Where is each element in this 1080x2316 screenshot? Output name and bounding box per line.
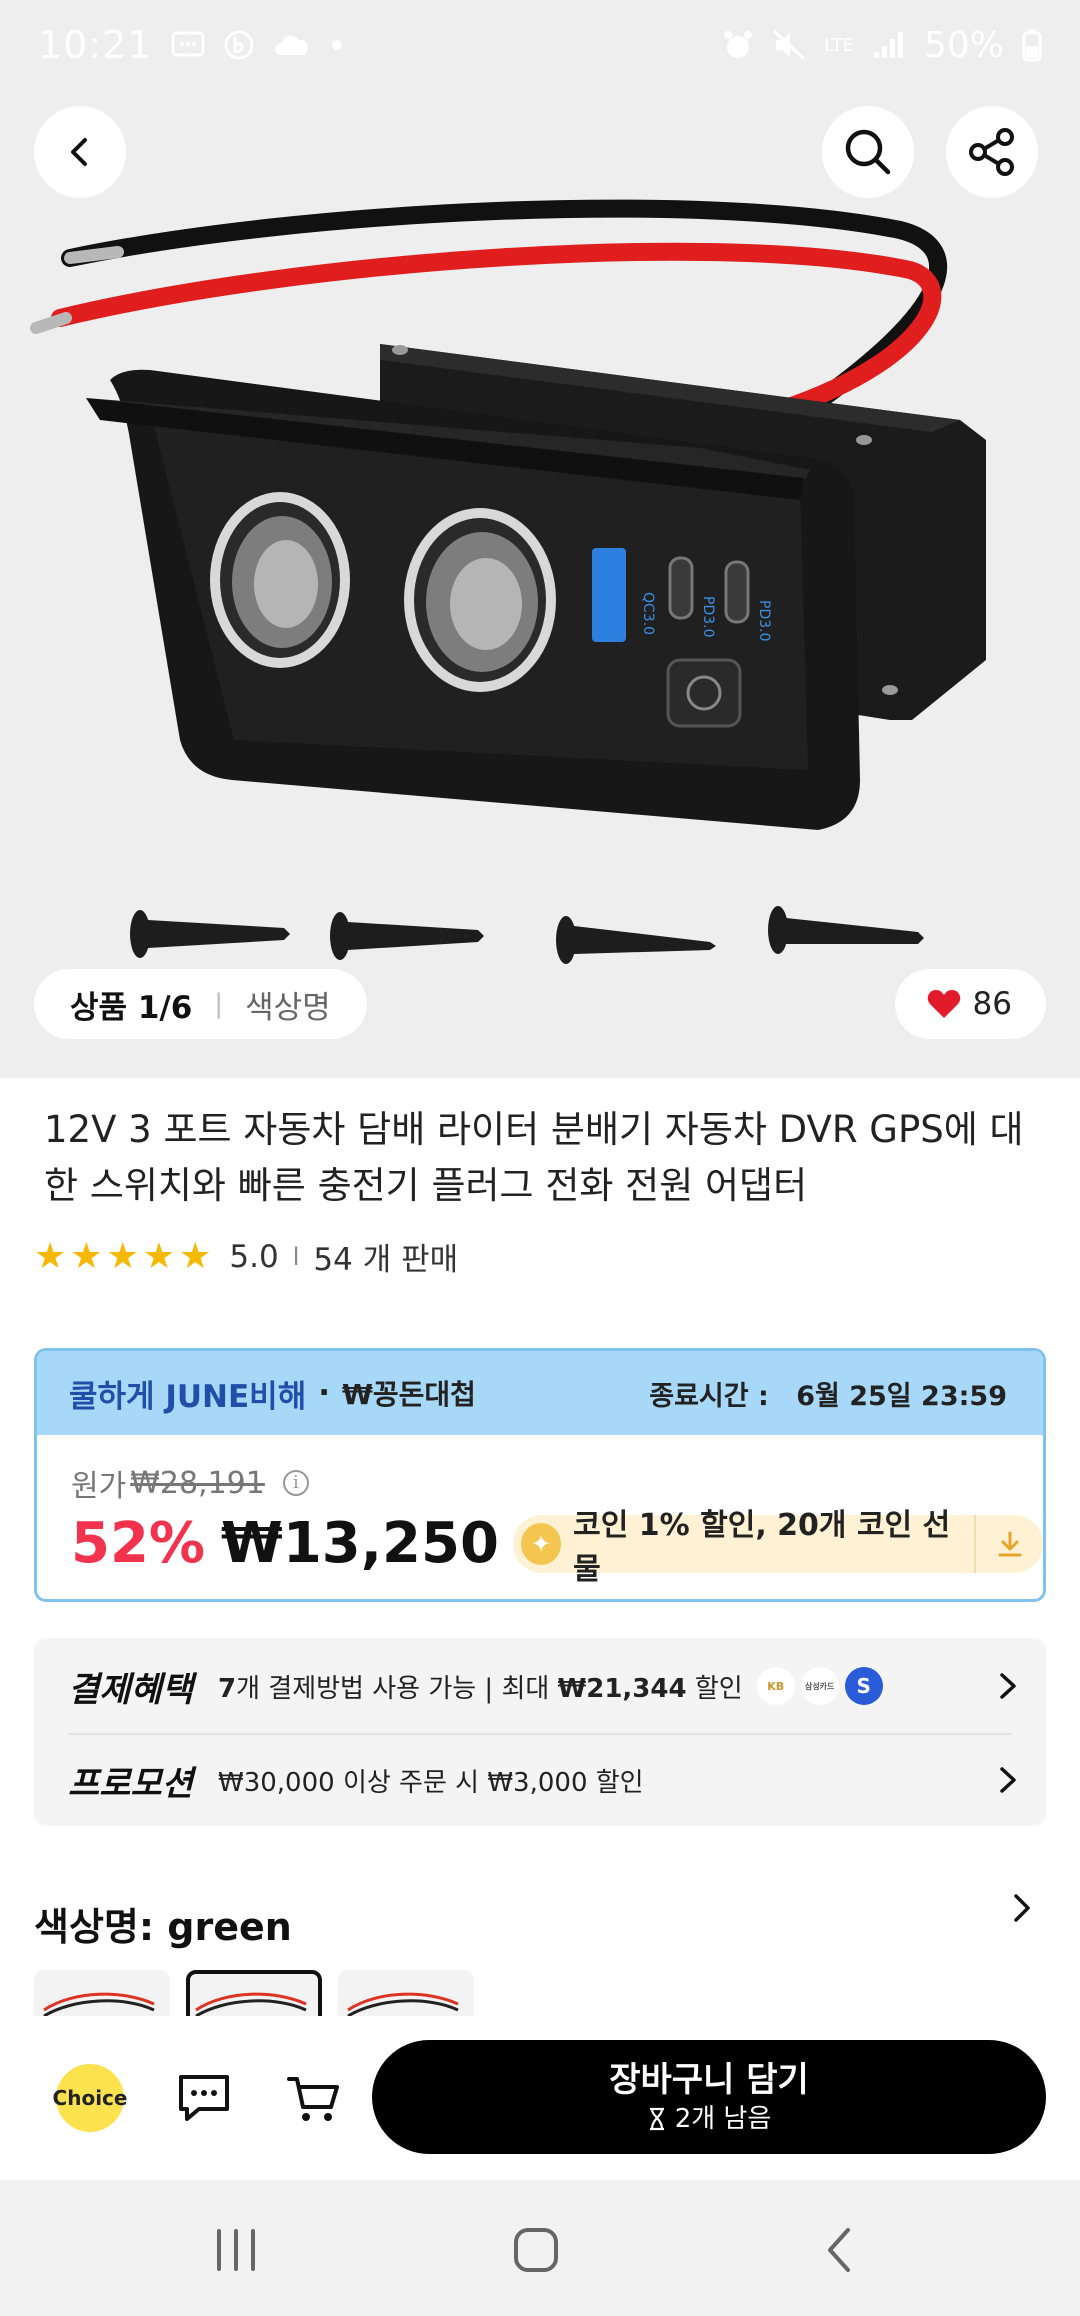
home-icon [514,2228,558,2272]
coin-offer-text: 코인 1% 할인, 20개 코인 선물 [573,1507,951,1587]
rating-value: 5.0 [229,1238,279,1275]
battery-percent: 50% [923,24,1004,66]
image-counter-sub: 색상명 [245,989,331,1026]
cart-button[interactable] [280,2064,348,2132]
message-icon [171,31,205,57]
original-price: ₩28,191 [130,1465,265,1501]
benefit-divider [68,1733,1012,1735]
bottom-action-bar: Choice 장바구니 담기 2개 남음 [0,2016,1080,2180]
hourglass-icon [649,2107,664,2131]
add-to-cart-label: 장바구니 담기 [609,2060,809,2100]
color-swatch-selected[interactable] [186,1970,322,2020]
search-icon [845,129,891,175]
samsung-card-logo: 삼성카드 [800,1667,839,1705]
original-price-row: 원가 ₩28,191 i [71,1461,309,1505]
chat-icon [179,2075,229,2121]
home-button[interactable] [496,2210,576,2290]
chat-button[interactable] [170,2064,238,2132]
promotion-text: ₩30,000 이상 주문 시 ₩3,000 할인 [218,1767,644,1798]
chevron-right-icon[interactable] [1010,1892,1034,1924]
stock-remaining-text: 2개 남음 [674,2104,772,2134]
info-icon[interactable]: i [282,1470,309,1496]
star-icon: ★ [34,1235,67,1277]
share-icon [969,128,1014,176]
choice-button[interactable]: Choice [53,2064,127,2132]
image-counter: 상품 1/6 | 색상명 [34,969,367,1039]
chevron-right-icon [1000,1767,1016,1793]
sale-end-label: 종료시간 : [649,1380,769,1412]
back-arrow-icon [828,2228,850,2272]
sale-end-time: 6월 25일 23:59 [796,1380,1007,1412]
coin-icon: ✦ [520,1522,562,1565]
benefit-box: 결제혜택 7개 결제방법 사용 가능 | 최대 ₩21,344 할인 KB 삼성… [34,1638,1046,1826]
heart-icon [927,990,960,1018]
system-nav-bar [0,2180,1080,2316]
status-bar: 10:21 LTE 50% [0,0,1080,90]
shinhan-card-logo: S [844,1667,883,1705]
system-back-button[interactable] [800,2210,880,2290]
discount-percent: 52% [71,1511,206,1576]
sale-brand-dot: · [318,1375,331,1411]
color-swatches [34,1970,474,2020]
payment-benefit-text: 7개 결제방법 사용 가능 | 최대 ₩21,344 할인 [218,1673,743,1704]
b-app-icon [224,30,254,60]
promotion-label: 프로모션 [68,1763,194,1804]
star-icon: ★ [142,1235,176,1277]
product-title: 12V 3 포트 자동차 담배 라이터 분배기 자동차 DVR GPS에 대 한… [44,1108,1024,1207]
product-image-carousel[interactable]: QC3.0 PD3.0 PD3.0 [0,0,1080,1078]
coin-offer-button[interactable]: ✦ 코인 1% 할인, 20개 코인 선물 [512,1508,1043,1587]
port-label-qc: QC3.0 [640,592,656,635]
dot-icon [331,40,342,50]
kb-card-logo: KB [756,1667,795,1705]
promotion-row[interactable]: 프로모션 ₩30,000 이상 주문 시 ₩3,000 할인 [68,1752,1020,1808]
port-label-pd2: PD3.0 [756,600,772,642]
share-button[interactable] [946,106,1038,198]
sold-count: 54 개 판매 [313,1242,459,1278]
original-price-label: 원가 [71,1469,127,1504]
battery-icon [1022,29,1042,62]
price-row: 52% ₩13,250 ✦ 코인 1% 할인, 20개 코인 선물 [71,1508,1043,1587]
sale-brand: 쿨하게 JUNE비해 [69,1378,307,1415]
chevron-right-icon [1000,1673,1016,1699]
image-counter-label: 상품 1/6 [70,989,193,1026]
rating-row[interactable]: ★ ★ ★ ★ ★ 5.0 l 54 개 판매 [34,1234,458,1279]
status-time: 10:21 [38,23,153,67]
signal-icon [873,32,903,58]
chevron-left-icon [71,138,87,166]
sale-box: 쿨하게 JUNE비해 · ₩꽁돈대첩 종료시간 : 6월 25일 23:59 원… [34,1348,1046,1602]
color-swatch[interactable] [34,1970,170,2020]
color-swatch[interactable] [338,1970,474,2020]
wishlist-button[interactable]: 86 [894,969,1046,1039]
rating-stars: ★ ★ ★ ★ ★ [34,1235,212,1277]
mute-icon [773,29,806,61]
color-option-label[interactable]: 색상명: green [34,1896,292,1951]
alarm-icon [724,31,753,58]
product-image: QC3.0 PD3.0 PD3.0 [30,199,986,964]
download-icon [976,1529,1043,1559]
star-icon: ★ [106,1235,139,1277]
recent-apps-icon [217,2229,255,2271]
add-to-cart-button[interactable]: 장바구니 담기 2개 남음 [372,2040,1046,2154]
like-count: 86 [972,986,1012,1022]
card-logos: KB 삼성카드 S [756,1667,883,1705]
sale-sub-brand: ₩꽁돈대첩 [342,1378,476,1411]
sale-price: ₩13,250 [221,1511,499,1576]
star-icon: ★ [179,1235,212,1277]
star-icon: ★ [70,1235,103,1277]
back-button[interactable] [34,106,126,198]
search-button[interactable] [822,106,914,198]
stock-remaining: 2개 남음 [647,2102,772,2136]
network-label: LTE [824,34,854,56]
sale-banner[interactable]: 쿨하게 JUNE비해 · ₩꽁돈대첩 종료시간 : 6월 25일 23:59 [37,1351,1043,1435]
recent-apps-button[interactable] [196,2210,276,2290]
image-counter-separator: | [214,989,224,1019]
rating-separator: l [292,1242,300,1271]
cart-icon [287,2077,339,2121]
payment-benefit-label: 결제혜택 [68,1669,194,1710]
payment-benefit-row[interactable]: 결제혜택 7개 결제방법 사용 가능 | 최대 ₩21,344 할인 KB 삼성… [68,1658,1020,1714]
cloud-app-icon [274,35,308,55]
port-label-pd1: PD3.0 [700,596,716,638]
